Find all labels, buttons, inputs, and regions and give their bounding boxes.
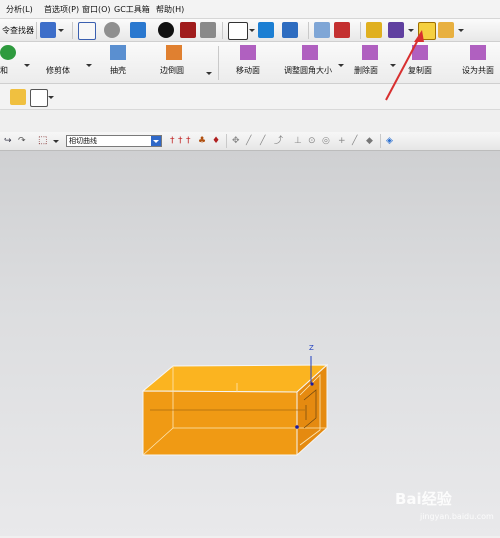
chevron-down-icon[interactable]	[390, 64, 396, 67]
chevron-down-icon[interactable]	[206, 72, 212, 75]
curve-rule-value: 相切曲线	[69, 137, 97, 145]
separator	[226, 134, 227, 148]
separator	[360, 22, 361, 39]
chevron-down-icon[interactable]	[408, 29, 414, 32]
chevron-down-icon[interactable]	[86, 64, 92, 67]
shaded-icon[interactable]	[158, 22, 174, 38]
watermark-url: jingyan.baidu.com	[420, 512, 494, 521]
toolbar-options-icon[interactable]	[418, 22, 436, 40]
chevron-down-icon[interactable]	[151, 136, 161, 146]
face-icon[interactable]: ◆	[366, 136, 373, 146]
menu-preferences[interactable]: 首选项(P)	[44, 4, 79, 15]
command-finder-label[interactable]: 令查找器	[2, 25, 34, 36]
hidden-edges-icon[interactable]	[200, 22, 216, 38]
selection-toolbar: ↪ ↷ ⬚ 相切曲线 † † † ♣ ♦ ✥ ╱ ╱ ⤴ ⊥ ⊙ ◎ + ╱ ◆…	[0, 132, 500, 151]
chevron-down-icon[interactable]	[53, 140, 59, 143]
view-orient-icon[interactable]	[78, 22, 96, 40]
edge-display-icon[interactable]	[180, 22, 196, 38]
wcs-icon[interactable]	[282, 22, 298, 38]
chevron-down-icon[interactable]	[249, 29, 255, 32]
chevron-down-icon[interactable]	[48, 96, 54, 99]
curve-icon[interactable]: ↷	[18, 136, 26, 146]
make-coplanar-icon[interactable]	[470, 45, 486, 60]
menu-analysis[interactable]: 分析(L)	[6, 4, 33, 15]
separator	[380, 134, 381, 148]
unite-icon[interactable]	[0, 45, 16, 60]
chevron-down-icon[interactable]	[24, 64, 30, 67]
snap-grid-icon[interactable]: ✥	[232, 136, 240, 146]
background-icon[interactable]	[228, 22, 248, 40]
box-top-face[interactable]	[141, 364, 329, 393]
point-icon[interactable]: +	[338, 136, 346, 146]
ribbon-label-make-coplanar[interactable]: 设为共面	[462, 65, 494, 76]
utility-toolbar	[0, 84, 500, 110]
menu-bar: 分析(L) 首选项(P) 窗口(O) GC工具箱 帮助(H)	[0, 0, 500, 19]
box-front-face[interactable]	[142, 390, 298, 456]
ribbon-label-move-face[interactable]: 移动面	[236, 65, 260, 76]
standard-toolbar: 令查找器	[0, 19, 500, 42]
quadrant-icon[interactable]: ◎	[322, 136, 330, 146]
wcs-point	[310, 382, 314, 386]
menu-help[interactable]: 帮助(H)	[156, 4, 184, 15]
feature-ribbon: 和 修剪体 抽壳 边倒圆 移动面 调整圆角大小 删除面 复制面 设为共面	[0, 42, 500, 84]
copy-face-icon[interactable]	[412, 45, 428, 60]
chevron-down-icon[interactable]	[458, 29, 464, 32]
graphics-viewport[interactable]: Z	[0, 151, 500, 536]
separator	[308, 22, 309, 39]
edit-object-icon[interactable]	[366, 22, 382, 38]
selection-box-icon[interactable]: ⬚	[38, 136, 47, 146]
select-filter-icon[interactable]	[40, 22, 56, 38]
move-face-icon[interactable]	[240, 45, 256, 60]
ribbon-label-trim-body[interactable]: 修剪体	[46, 65, 70, 76]
ribbon-label-edge-blend[interactable]: 边倒圆	[160, 65, 184, 76]
wcs-origin-dot	[295, 425, 299, 429]
separator	[36, 22, 37, 39]
assembly-icon[interactable]	[314, 22, 330, 38]
separator	[222, 22, 223, 39]
ribbon-label-copy-face[interactable]: 复制面	[408, 65, 432, 76]
snap-icon[interactable]	[334, 22, 350, 38]
properties-icon[interactable]	[30, 89, 48, 107]
shell-icon[interactable]	[110, 45, 126, 60]
chevron-down-icon[interactable]	[338, 64, 344, 67]
menu-gc-toolbox[interactable]: GC工具箱	[114, 4, 150, 15]
mid-point-icon[interactable]: ╱	[260, 136, 265, 146]
body-select-icon[interactable]: ◈	[386, 136, 393, 146]
undo-icon[interactable]: ↪	[4, 136, 12, 146]
z-axis-label: Z	[309, 344, 314, 352]
layer-icon[interactable]	[258, 22, 274, 38]
curve-rule-select[interactable]: 相切曲线	[66, 135, 162, 147]
end-point-icon[interactable]: ╱	[246, 136, 251, 146]
center-icon[interactable]: ⊙	[308, 136, 316, 146]
follow-fillet-icon[interactable]: †	[178, 136, 183, 146]
tangent-icon[interactable]: ⊥	[294, 136, 302, 146]
separator	[72, 22, 73, 39]
transform-icon[interactable]	[388, 22, 404, 38]
toolbar-spacer	[0, 110, 500, 132]
ribbon-label-delete-face[interactable]: 删除面	[354, 65, 378, 76]
on-curve-icon[interactable]: ╱	[352, 136, 357, 146]
cube-view-icon[interactable]	[130, 22, 146, 38]
render-style-icon[interactable]	[104, 22, 120, 38]
menu-window[interactable]: 窗口(O)	[82, 4, 111, 15]
customize-icon[interactable]	[438, 22, 454, 38]
stop-at-intersection-icon[interactable]: †	[170, 136, 175, 146]
delete-face-icon[interactable]	[362, 45, 378, 60]
resize-blend-icon[interactable]	[302, 45, 318, 60]
arc-center-icon[interactable]: ⤴	[274, 136, 283, 146]
watermark-logo: Bai经验	[395, 490, 452, 508]
group-icon[interactable]: ♣	[198, 136, 206, 146]
snap-settings-icon[interactable]: ♦	[212, 136, 220, 146]
ribbon-label-resize-blend[interactable]: 调整圆角大小	[284, 65, 332, 76]
part-model: Z	[141, 344, 329, 457]
chevron-down-icon[interactable]	[58, 29, 64, 32]
separator	[218, 46, 219, 80]
edge-blend-icon[interactable]	[166, 45, 182, 60]
feature-curves-icon[interactable]: †	[186, 136, 191, 146]
ribbon-label-unite[interactable]: 和	[0, 65, 8, 76]
ribbon-label-shell[interactable]: 抽壳	[110, 65, 126, 76]
folder-icon[interactable]	[10, 89, 26, 105]
